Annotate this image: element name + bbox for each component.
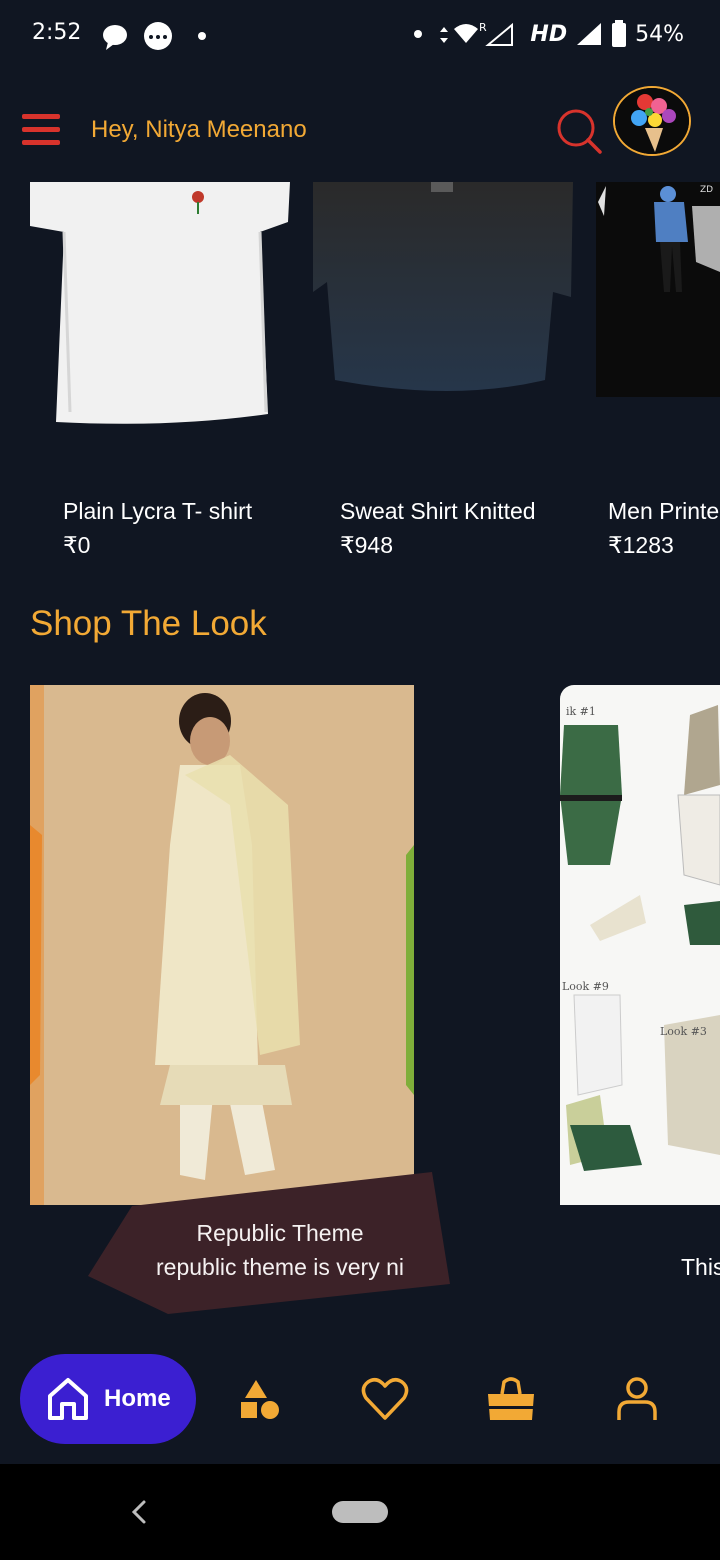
section-title-shop-the-look: Shop The Look: [30, 604, 267, 643]
printed-shirt-image: ZD: [596, 182, 720, 452]
avatar[interactable]: [613, 86, 691, 156]
product-name[interactable]: Sweat Shirt Knitted: [340, 498, 536, 525]
product-name[interactable]: Men Printe: [608, 498, 719, 525]
svg-text:ZD: ZD: [700, 185, 713, 195]
product-image-sweatshirt[interactable]: [313, 182, 573, 452]
hamburger-menu-icon[interactable]: [22, 114, 60, 146]
svg-text:R: R: [479, 21, 487, 34]
network-type: HD: [530, 21, 568, 47]
battery-level: 54%: [635, 21, 684, 47]
shopping-bag-icon[interactable]: [486, 1374, 536, 1424]
nav-home-label: Home: [104, 1385, 171, 1412]
svg-text:Look #3: Look #3: [660, 1025, 707, 1038]
look-card-second[interactable]: ik #1 Look #9 Look #3: [560, 685, 720, 1205]
republic-theme-image: [30, 685, 414, 1205]
tshirt-image: [30, 182, 290, 452]
flower-bouquet-avatar-icon: [615, 88, 689, 154]
nav-home-button[interactable]: Home: [20, 1354, 196, 1444]
look-description: republic theme is very ni: [156, 1254, 404, 1280]
status-right: R HD 54%: [412, 20, 684, 48]
look-title: Republic Theme: [196, 1220, 364, 1246]
greeting-text: Hey, Nitya Meenano: [91, 116, 307, 143]
cell-signal-icon: [577, 23, 602, 45]
product-image-printed-shirt[interactable]: ZD: [596, 182, 720, 452]
look-card-republic-theme[interactable]: [30, 685, 414, 1205]
product-name[interactable]: Plain Lycra T- shirt: [63, 498, 252, 525]
product-price: ₹1283: [608, 532, 674, 558]
outfit-collage-image: ik #1 Look #9 Look #3: [560, 685, 720, 1205]
svg-text:ik #1: ik #1: [566, 705, 596, 718]
profile-icon[interactable]: [612, 1374, 662, 1424]
product-price: ₹948: [340, 532, 394, 558]
sweatshirt-image: [313, 182, 573, 452]
product-image-tshirt[interactable]: [30, 182, 290, 452]
signal-wifi-icons: R: [414, 21, 514, 46]
battery-icon: [612, 20, 627, 47]
search-icon[interactable]: [556, 108, 602, 154]
look-description: This: [681, 1254, 720, 1280]
system-home-pill[interactable]: [332, 1501, 388, 1523]
notification-icons: [103, 22, 206, 50]
status-time: 2:52: [32, 20, 82, 45]
home-icon: [48, 1378, 88, 1420]
categories-icon[interactable]: [236, 1374, 286, 1424]
back-icon[interactable]: [128, 1498, 150, 1526]
svg-text:Look #9: Look #9: [562, 980, 609, 993]
product-price: ₹0: [63, 532, 91, 558]
wishlist-heart-icon[interactable]: [360, 1374, 410, 1424]
